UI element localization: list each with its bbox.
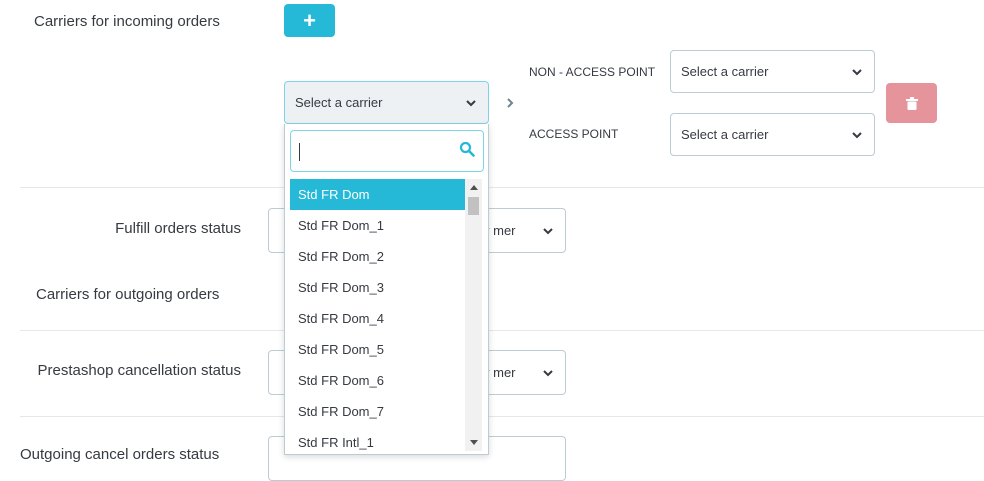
carrier-option[interactable]: Std FR Dom_5	[290, 334, 465, 365]
chevron-down-icon	[543, 369, 553, 376]
outgoing-carriers-label: Carriers for outgoing orders	[36, 286, 220, 303]
trash-icon	[905, 96, 918, 110]
chevron-down-icon	[466, 99, 476, 106]
add-carrier-button[interactable]: +	[284, 4, 335, 37]
carrier-option[interactable]: Std FR Intl_1	[290, 427, 465, 454]
divider	[20, 416, 984, 417]
chevron-right-icon	[507, 98, 514, 108]
carrier-option[interactable]: Std FR Dom_4	[290, 303, 465, 334]
scroll-up-arrow-icon[interactable]	[465, 179, 482, 196]
text-caret	[299, 143, 300, 161]
search-icon	[459, 141, 475, 157]
divider	[20, 330, 984, 331]
chevron-down-icon	[852, 131, 862, 138]
divider	[20, 187, 984, 188]
carrier-option[interactable]: Std FR Dom_1	[290, 210, 465, 241]
carrier-option[interactable]: Std FR Dom_3	[290, 272, 465, 303]
access-point-label: ACCESS POINT	[529, 127, 619, 141]
carrier-option[interactable]: Std FR Dom_2	[290, 241, 465, 272]
carrier-options-list: Std FR Dom Std FR Dom_1 Std FR Dom_2 Std…	[290, 179, 465, 454]
fulfill-status-label: Fulfill orders status	[115, 220, 241, 237]
non-access-point-label: NON - ACCESS POINT	[529, 65, 656, 79]
chevron-down-icon	[852, 68, 862, 75]
carrier-option[interactable]: Std FR Dom_7	[290, 396, 465, 427]
access-point-value: Select a carrier	[681, 127, 769, 142]
non-access-point-value: Select a carrier	[681, 64, 769, 79]
scrollbar-thumb[interactable]	[468, 197, 479, 215]
delete-carrier-button[interactable]	[886, 83, 937, 123]
dropdown-scrollbar[interactable]	[465, 179, 482, 451]
carrier-select-value: Select a carrier	[295, 95, 383, 110]
carrier-dropdown: Std FR Dom Std FR Dom_1 Std FR Dom_2 Std…	[284, 124, 489, 455]
carrier-search-input[interactable]	[295, 139, 449, 165]
plus-icon: +	[303, 7, 316, 33]
prestashop-cancel-label: Prestashop cancellation status	[37, 362, 241, 379]
carrier-search-box[interactable]	[290, 130, 484, 172]
access-point-select[interactable]: Select a carrier	[670, 113, 875, 156]
incoming-carriers-label: Carriers for incoming orders	[34, 13, 220, 30]
non-access-point-select[interactable]: Select a carrier	[670, 50, 875, 93]
chevron-down-icon	[543, 227, 553, 234]
carrier-select[interactable]: Select a carrier	[284, 81, 489, 124]
carrier-option[interactable]: Std FR Dom	[290, 179, 465, 210]
carrier-option[interactable]: Std FR Dom_6	[290, 365, 465, 396]
scroll-down-arrow-icon[interactable]	[465, 434, 482, 451]
